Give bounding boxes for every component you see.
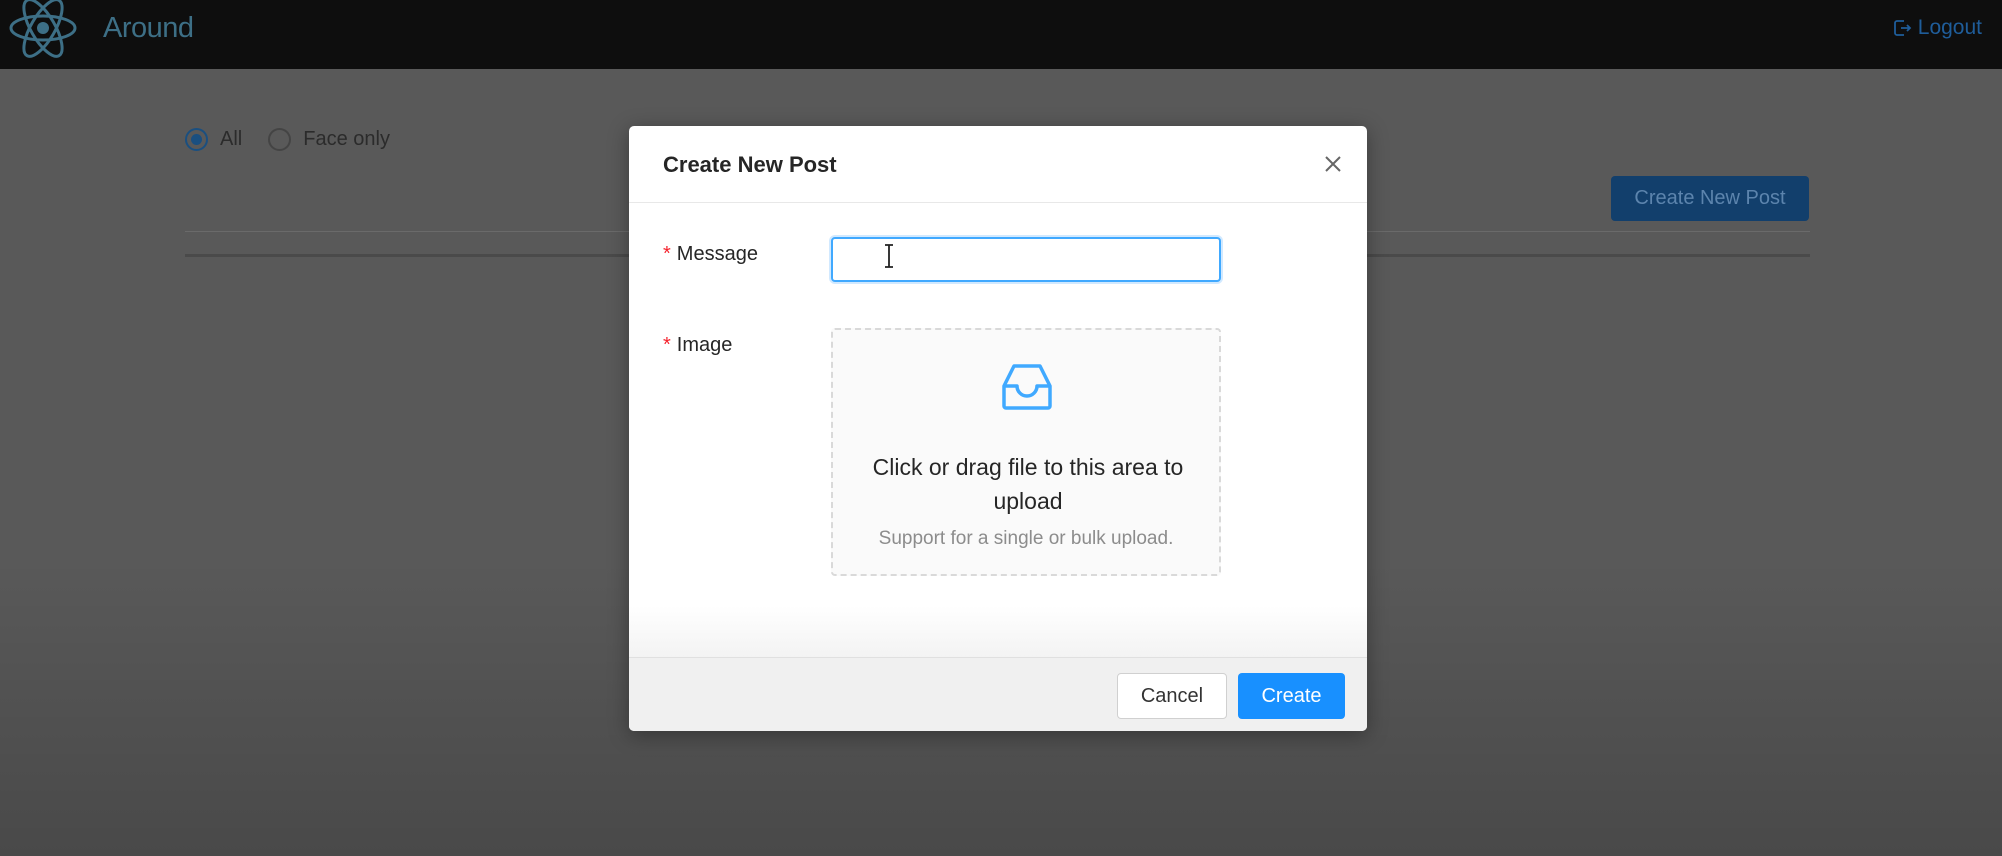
- message-label-text: Message: [676, 243, 758, 265]
- message-input[interactable]: [831, 237, 1221, 282]
- radio-all-label: All: [220, 128, 243, 150]
- logout-icon: [1893, 20, 1912, 36]
- radio-all-dot: [185, 128, 208, 151]
- message-label: * Message: [663, 243, 758, 266]
- image-upload-dropzone[interactable]: Click or drag file to this area to uploa…: [831, 328, 1221, 576]
- cancel-button[interactable]: Cancel: [1117, 673, 1227, 719]
- upload-hint: Support for a single or bulk upload.: [878, 528, 1174, 549]
- radio-face-only[interactable]: Face only: [268, 128, 390, 151]
- modal-footer: Cancel Create: [629, 657, 1367, 731]
- image-label-text: Image: [676, 334, 733, 356]
- logout-label: Logout: [1917, 16, 1982, 39]
- radio-face-only-label: Face only: [303, 128, 390, 150]
- logout-link[interactable]: Logout: [1892, 16, 1982, 40]
- create-button[interactable]: Create: [1238, 673, 1345, 719]
- react-atom-icon[interactable]: [6, 0, 80, 60]
- modal-header: Create New Post: [629, 126, 1367, 203]
- inbox-icon: [1002, 364, 1052, 410]
- app-header: Around Logout: [0, 0, 2002, 69]
- modal-title: Create New Post: [663, 152, 837, 177]
- image-label: * Image: [663, 334, 732, 357]
- filter-radio-group: All Face only: [185, 128, 390, 151]
- close-button[interactable]: [1321, 152, 1345, 176]
- create-new-post-button[interactable]: Create New Post: [1611, 176, 1809, 221]
- create-post-modal: Create New Post * Message * Image Click or…: [629, 126, 1367, 731]
- radio-face-only-dot: [268, 128, 292, 151]
- radio-all[interactable]: All: [185, 128, 242, 151]
- required-mark: *: [663, 243, 671, 265]
- modal-body-fade: [629, 606, 1367, 662]
- app-title: Around: [103, 12, 194, 44]
- required-mark: *: [663, 334, 671, 356]
- close-icon: [1325, 156, 1341, 172]
- upload-text: Click or drag file to this area to uploa…: [872, 454, 1184, 514]
